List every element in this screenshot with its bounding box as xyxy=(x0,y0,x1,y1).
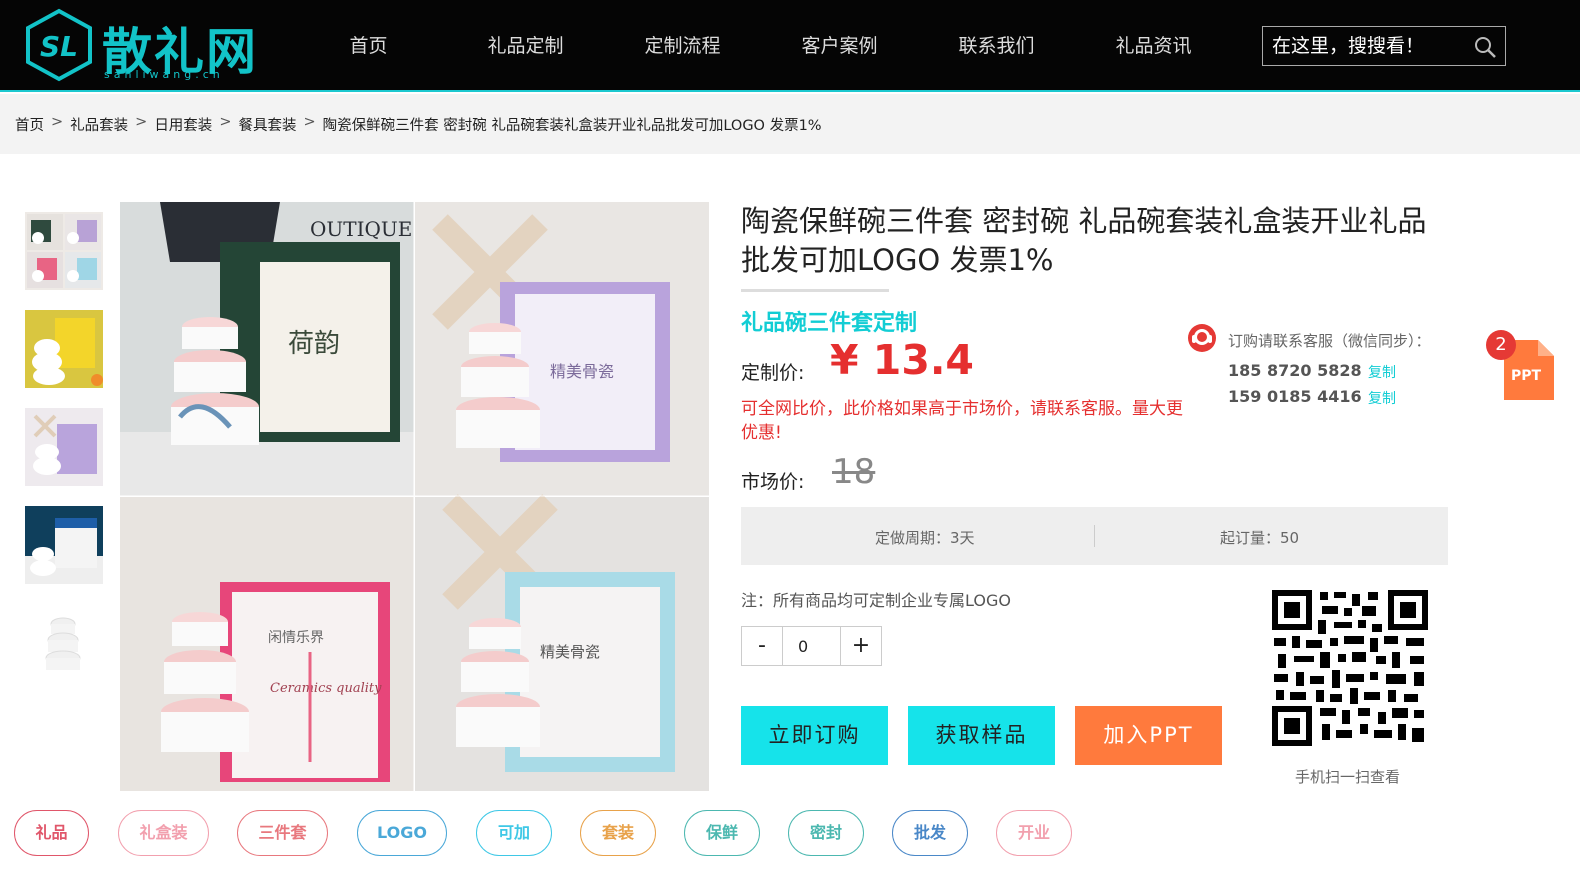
thumbnail-3[interactable] xyxy=(25,408,103,486)
market-price-label: 市场价: xyxy=(741,471,805,493)
search-input[interactable] xyxy=(1263,27,1463,65)
nav-item-news[interactable]: 礼品资讯 xyxy=(1075,30,1232,64)
spec-bar: 定做周期：3天 起订量：50 xyxy=(741,507,1448,565)
customer-service-icon xyxy=(1188,324,1216,352)
site-logo[interactable]: SL 散礼网 sanliwang.cn xyxy=(24,8,264,84)
custom-price: ¥ 13.4 xyxy=(830,336,974,384)
thumbnail-image xyxy=(25,310,103,388)
breadcrumb-tableware-set[interactable]: 餐具套装 xyxy=(238,114,296,135)
quantity-decrease-button[interactable]: - xyxy=(742,627,782,665)
copy-phone-2-button[interactable]: 复制 xyxy=(1368,388,1396,408)
contact-title: 订购请联系客服（微信同步）： xyxy=(1228,332,1431,350)
svg-text:精美骨瓷: 精美骨瓷 xyxy=(540,643,600,661)
thumbnail-image xyxy=(25,506,103,584)
thumbnail-1[interactable] xyxy=(25,212,103,290)
svg-text:精美骨瓷: 精美骨瓷 xyxy=(550,362,614,381)
svg-text:PPT: PPT xyxy=(1511,368,1542,384)
production-period-label: 定做周期： xyxy=(875,529,951,547)
svg-text:SL: SL xyxy=(40,30,78,63)
breadcrumb-gift-set[interactable]: 礼品套装 xyxy=(70,114,128,135)
quantity-increase-button[interactable]: + xyxy=(841,627,881,665)
thumbnail-image xyxy=(25,604,103,682)
search-icon[interactable] xyxy=(1473,35,1497,59)
market-price: 18 xyxy=(832,452,876,492)
breadcrumb: 首页 > 礼品套装 > 日用套装 > 餐具套装 > 陶瓷保鲜碗三件套 密封碗 礼品碗套装… xyxy=(15,114,822,135)
tag-three-piece[interactable]: 三件套 xyxy=(237,810,328,856)
thumbnail-2[interactable] xyxy=(25,310,103,388)
production-period-value: 3天 xyxy=(950,529,975,547)
logo-hexagon-icon: SL xyxy=(26,8,92,82)
search-box xyxy=(1262,26,1506,66)
phone-number-1: 185 8720 5828 xyxy=(1228,361,1362,380)
thumbnail-image xyxy=(25,408,103,486)
product-subtitle: 礼品碗三件套定制 xyxy=(741,311,918,336)
tag-logo[interactable]: LOGO xyxy=(357,810,447,856)
quantity-stepper: - + xyxy=(741,626,882,666)
site-header: SL 散礼网 sanliwang.cn 首页 礼品定制 定制流程 客户案例 联系… xyxy=(0,0,1580,92)
copy-phone-1-button[interactable]: 复制 xyxy=(1368,362,1396,382)
tag-wholesale[interactable]: 批发 xyxy=(892,810,968,856)
get-sample-button[interactable]: 获取样品 xyxy=(908,706,1055,765)
tag-gift[interactable]: 礼品 xyxy=(14,810,89,856)
qr-caption: 手机扫一扫查看 xyxy=(1295,768,1401,786)
breadcrumb-separator: > xyxy=(51,114,64,130)
nav-item-home[interactable]: 首页 xyxy=(290,30,447,64)
breadcrumb-separator: > xyxy=(135,114,148,130)
nav-item-gift-custom[interactable]: 礼品定制 xyxy=(447,30,604,64)
logo-subtext: sanliwang.cn xyxy=(104,68,224,81)
svg-text:闲情乐界: 闲情乐界 xyxy=(268,630,324,646)
breadcrumb-bar: 首页 > 礼品套装 > 日用套装 > 餐具套装 > 陶瓷保鲜碗三件套 密封碗 礼品碗套装… xyxy=(0,94,1580,154)
svg-text:Ceramics quality: Ceramics quality xyxy=(270,681,382,696)
thumbnail-image xyxy=(25,212,103,290)
price-note: 可全网比价，此价格如果高于市场价，请联系客服。量大更优惠! xyxy=(741,399,1183,443)
tag-opening[interactable]: 开业 xyxy=(996,810,1072,856)
product-photo: OUTIQUE 荷韵 精美骨瓷 闲情乐界 Ceramics quality 精美… xyxy=(120,202,709,791)
breadcrumb-daily-set[interactable]: 日用套装 xyxy=(154,114,212,135)
tag-addable[interactable]: 可加 xyxy=(476,810,552,856)
tag-set[interactable]: 套装 xyxy=(580,810,656,856)
thumbnail-4[interactable] xyxy=(25,506,103,584)
nav-item-process[interactable]: 定制流程 xyxy=(604,30,761,64)
minimum-order: 起订量：50 xyxy=(1220,527,1299,548)
tag-sealed[interactable]: 密封 xyxy=(788,810,864,856)
ppt-count-badge: 2 xyxy=(1486,330,1516,360)
phone-number-2: 159 0185 4416 xyxy=(1228,387,1362,406)
thumbnail-list xyxy=(25,212,103,702)
order-now-button[interactable]: 立即订购 xyxy=(741,706,888,765)
svg-text:荷韵: 荷韵 xyxy=(288,329,340,359)
breadcrumb-home[interactable]: 首页 xyxy=(15,114,44,135)
title-divider xyxy=(741,289,889,292)
qr-code xyxy=(1272,590,1428,746)
breadcrumb-separator: > xyxy=(303,114,316,130)
product-main-image[interactable]: OUTIQUE 荷韵 精美骨瓷 闲情乐界 Ceramics quality 精美… xyxy=(120,202,709,791)
breadcrumb-separator: > xyxy=(219,114,232,130)
product-title: 陶瓷保鲜碗三件套 密封碗 礼品碗套装礼盒装开业礼品批发可加LOGO 发票1% xyxy=(741,204,1427,277)
breadcrumb-current: 陶瓷保鲜碗三件套 密封碗 礼品碗套装礼盒装开业礼品批发可加LOGO 发票1% xyxy=(322,118,822,134)
nav-item-contact[interactable]: 联系我们 xyxy=(918,30,1075,64)
main-nav: 首页 礼品定制 定制流程 客户案例 联系我们 礼品资讯 xyxy=(290,30,1232,64)
quantity-input[interactable] xyxy=(782,627,841,665)
logo-custom-note: 注：所有商品均可定制企业专属LOGO xyxy=(741,591,1011,610)
add-to-ppt-button[interactable]: 加入PPT xyxy=(1075,706,1222,765)
production-period: 定做周期：3天 xyxy=(875,527,975,548)
custom-price-label: 定制价: xyxy=(741,362,805,384)
spec-divider xyxy=(1094,525,1095,547)
tag-gift-box[interactable]: 礼盒装 xyxy=(118,810,209,856)
tag-fresh-keeping[interactable]: 保鲜 xyxy=(684,810,760,856)
nav-item-cases[interactable]: 客户案例 xyxy=(761,30,918,64)
thumbnail-5[interactable] xyxy=(25,604,103,682)
minimum-order-value: 50 xyxy=(1280,529,1300,547)
svg-text:OUTIQUE: OUTIQUE xyxy=(310,217,412,241)
minimum-order-label: 起订量： xyxy=(1220,529,1281,547)
